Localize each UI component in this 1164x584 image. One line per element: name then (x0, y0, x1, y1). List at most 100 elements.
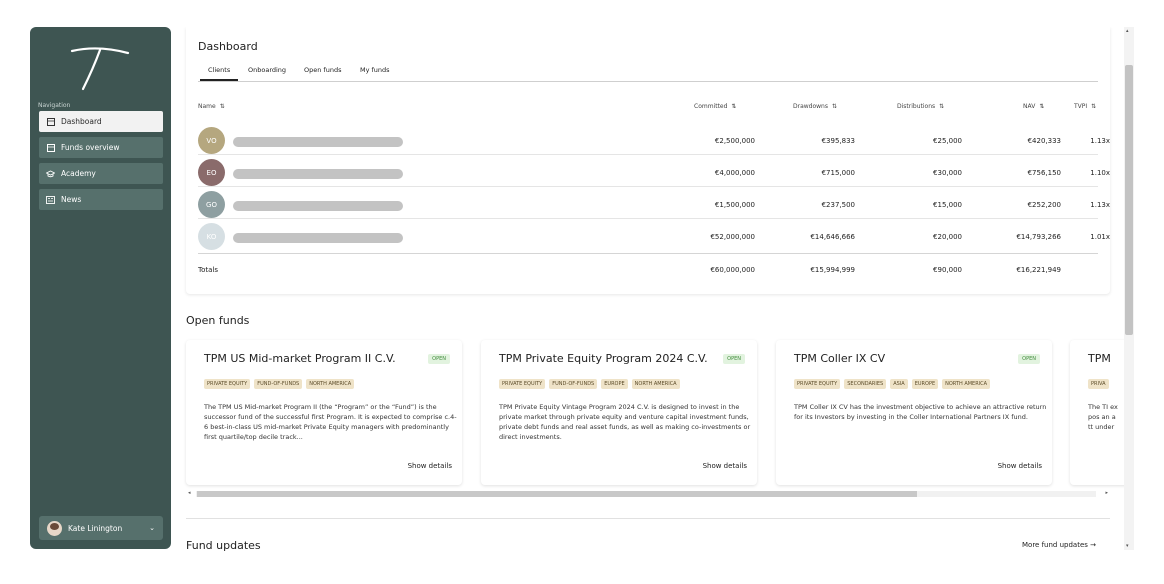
client-name-placeholder (233, 233, 403, 243)
drawdowns-cell: €715,000 (821, 169, 855, 177)
fund-name: TPM Private Equity Program 2024 C.V. (499, 352, 708, 365)
committed-cell: €1,500,000 (714, 201, 755, 209)
column-header-committed[interactable]: Committed ⇅ (694, 103, 736, 110)
fund-card[interactable]: TPM Coller IX CV OPEN PRIVATE EQUITY SEC… (776, 340, 1052, 485)
column-header-name[interactable]: Name ⇅ (198, 103, 225, 110)
drawdowns-total: €15,994,999 (810, 266, 855, 274)
client-initials-badge: EO (198, 159, 225, 186)
client-name-placeholder (233, 201, 403, 211)
distributions-cell: €15,000 (933, 201, 962, 209)
tvpi-cell: 1.10x (1090, 169, 1110, 177)
tab-onboarding[interactable]: Onboarding (248, 66, 286, 74)
drawdowns-cell: €237,500 (821, 201, 855, 209)
sort-icon: ⇅ (1091, 103, 1096, 110)
fund-tag: ASIA (890, 379, 908, 389)
nav-heading: Navigation (38, 102, 71, 109)
show-details-link[interactable]: Show details (703, 462, 747, 470)
tab-my-funds[interactable]: My funds (360, 66, 390, 74)
fund-updates-title: Fund updates (186, 539, 261, 552)
scroll-right-icon[interactable]: ▸ (1105, 490, 1108, 496)
fund-tag: NORTH AMERICA (306, 379, 355, 389)
sidebar-item-label: Dashboard (61, 117, 102, 126)
fund-description: The TI expos an att under (1088, 403, 1118, 431)
drawdowns-cell: €395,833 (821, 137, 855, 145)
client-name-placeholder (233, 169, 403, 179)
sidebar-item-dashboard[interactable]: Dashboard (39, 111, 163, 132)
fund-description: TPM Private Equity Vintage Program 2024 … (499, 403, 751, 441)
sidebar-item-funds-overview[interactable]: Funds overview (39, 137, 163, 158)
scroll-down-icon[interactable]: ▾ (1126, 543, 1129, 549)
scroll-left-icon[interactable]: ◂ (188, 490, 191, 496)
user-menu[interactable]: Kate Linington ⌄ (39, 516, 163, 540)
grid-icon (46, 143, 55, 152)
tab-clients[interactable]: Clients (199, 66, 239, 81)
distributions-total: €90,000 (933, 266, 962, 274)
table-row[interactable]: VO €2,500,000 €395,833 €25,000 €420,333 … (198, 123, 1110, 155)
fund-tag: PRIVA (1088, 379, 1109, 389)
main-content: Dashboard Clients Onboarding Open funds … (171, 27, 1124, 557)
fund-tag: FUND-OF-FUNDS (549, 379, 598, 389)
more-fund-updates-link[interactable]: More fund updates → (1022, 541, 1096, 549)
vertical-scrollbar[interactable]: ▴ ▾ (1124, 27, 1134, 550)
fund-tag: EUROPE (601, 379, 628, 389)
fund-tag: NORTH AMERICA (631, 379, 680, 389)
distributions-cell: €20,000 (933, 233, 962, 241)
tvpi-cell: 1.13x (1090, 137, 1110, 145)
grid-icon (46, 117, 55, 126)
totals-label: Totals (198, 266, 218, 274)
tvpi-cell: 1.13x (1090, 201, 1110, 209)
show-details-link[interactable]: Show details (408, 462, 452, 470)
sidebar-item-academy[interactable]: Academy (39, 163, 163, 184)
column-header-nav[interactable]: NAV ⇅ (1023, 103, 1044, 110)
sidebar: Navigation Dashboard Funds overview Acad… (30, 27, 171, 549)
user-name: Kate Linington (68, 523, 123, 533)
sort-icon: ⇅ (219, 103, 225, 110)
table-row[interactable]: GO €1,500,000 €237,500 €15,000 €252,200 … (198, 187, 1110, 219)
sort-icon: ⇅ (832, 103, 837, 110)
divider (186, 518, 1110, 519)
page-title: Dashboard (198, 40, 258, 53)
table-row[interactable]: EO €4,000,000 €715,000 €30,000 €756,150 … (198, 155, 1110, 187)
fund-tag: EUROPE (911, 379, 939, 389)
scrollbar-thumb[interactable] (1125, 65, 1133, 335)
status-badge: OPEN (723, 354, 745, 364)
client-name-placeholder (233, 137, 403, 147)
nav-cell: €420,333 (1027, 137, 1061, 145)
t-logo-icon (70, 47, 130, 91)
fund-tag: PRIVATE EQUITY (794, 379, 841, 389)
table-row[interactable]: KO €52,000,000 €14,646,666 €20,000 €14,7… (198, 219, 1110, 251)
column-header-tvpi[interactable]: TVPI ⇅ (1074, 103, 1096, 110)
sidebar-item-label: News (61, 195, 82, 204)
fund-tags: PRIVA (1088, 379, 1109, 389)
distributions-cell: €30,000 (933, 169, 962, 177)
fund-tag: PRIVATE EQUITY (499, 379, 546, 389)
scrollbar-thumb[interactable] (197, 491, 917, 497)
fund-tags: PRIVATE EQUITY FUND-OF-FUNDS EUROPE NORT… (499, 379, 680, 389)
show-details-link[interactable]: Show details (998, 462, 1042, 470)
committed-total: €60,000,000 (710, 266, 755, 274)
column-header-distributions[interactable]: Distributions ⇅ (897, 103, 944, 110)
committed-cell: €4,000,000 (714, 169, 755, 177)
fund-name: TPM Coller IX CV (794, 352, 886, 365)
sort-icon: ⇅ (1039, 103, 1044, 110)
fund-name: TPM (1088, 352, 1111, 365)
nav-cell: €252,200 (1027, 201, 1061, 209)
sidebar-item-news[interactable]: News (39, 189, 163, 210)
column-header-drawdowns[interactable]: Drawdowns ⇅ (793, 103, 837, 110)
horizontal-scrollbar[interactable]: ◂ ▸ (186, 490, 1110, 498)
fund-card[interactable]: TPM US Mid-market Program II C.V. OPEN P… (186, 340, 462, 485)
totals-row: Totals €60,000,000 €15,994,999 €90,000 €… (198, 253, 1098, 274)
fund-card[interactable]: TPM PRIVA The TI expos an att under (1070, 340, 1124, 485)
status-badge: OPEN (1018, 354, 1040, 364)
scroll-up-icon[interactable]: ▴ (1126, 28, 1129, 34)
fund-tag: PRIVATE EQUITY (204, 379, 251, 389)
fund-card[interactable]: TPM Private Equity Program 2024 C.V. OPE… (481, 340, 757, 485)
sidebar-item-label: Academy (61, 169, 96, 178)
tab-open-funds[interactable]: Open funds (304, 66, 341, 74)
sort-icon: ⇅ (731, 103, 736, 110)
chevron-down-icon: ⌄ (149, 524, 155, 532)
committed-cell: €52,000,000 (710, 233, 755, 241)
open-funds-title: Open funds (186, 314, 250, 327)
newspaper-icon (46, 195, 55, 204)
fund-name: TPM US Mid-market Program II C.V. (204, 352, 396, 365)
